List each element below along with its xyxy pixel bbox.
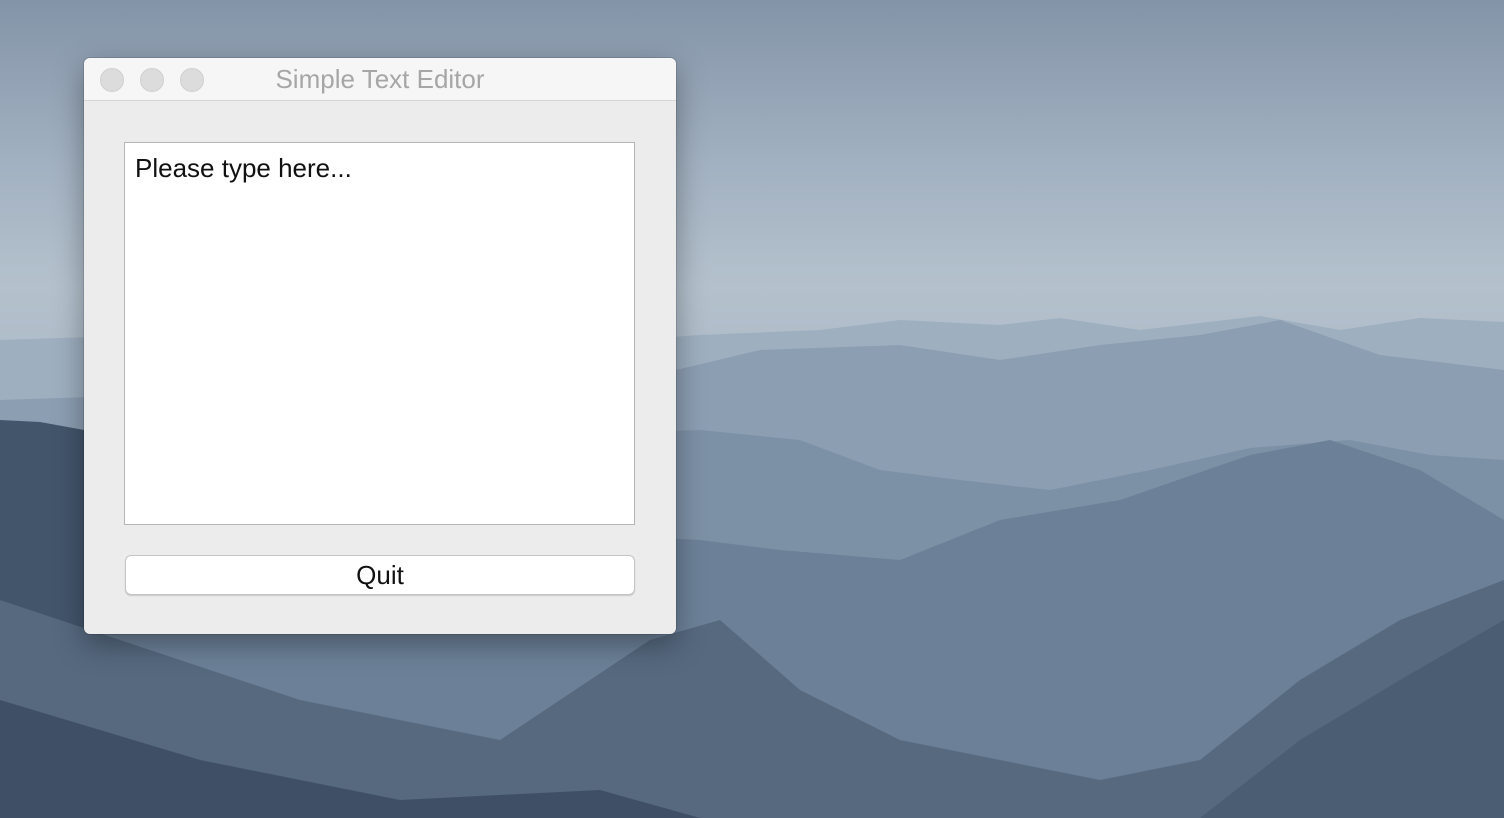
titlebar[interactable]: Simple Text Editor	[84, 58, 676, 101]
app-window: Simple Text Editor Please type here... Q…	[84, 58, 676, 634]
window-title: Simple Text Editor	[275, 64, 485, 94]
desktop: Simple Text Editor Please type here... Q…	[0, 0, 1504, 818]
quit-button[interactable]: Quit	[125, 555, 635, 595]
text-editor-area[interactable]: Please type here...	[124, 142, 635, 525]
